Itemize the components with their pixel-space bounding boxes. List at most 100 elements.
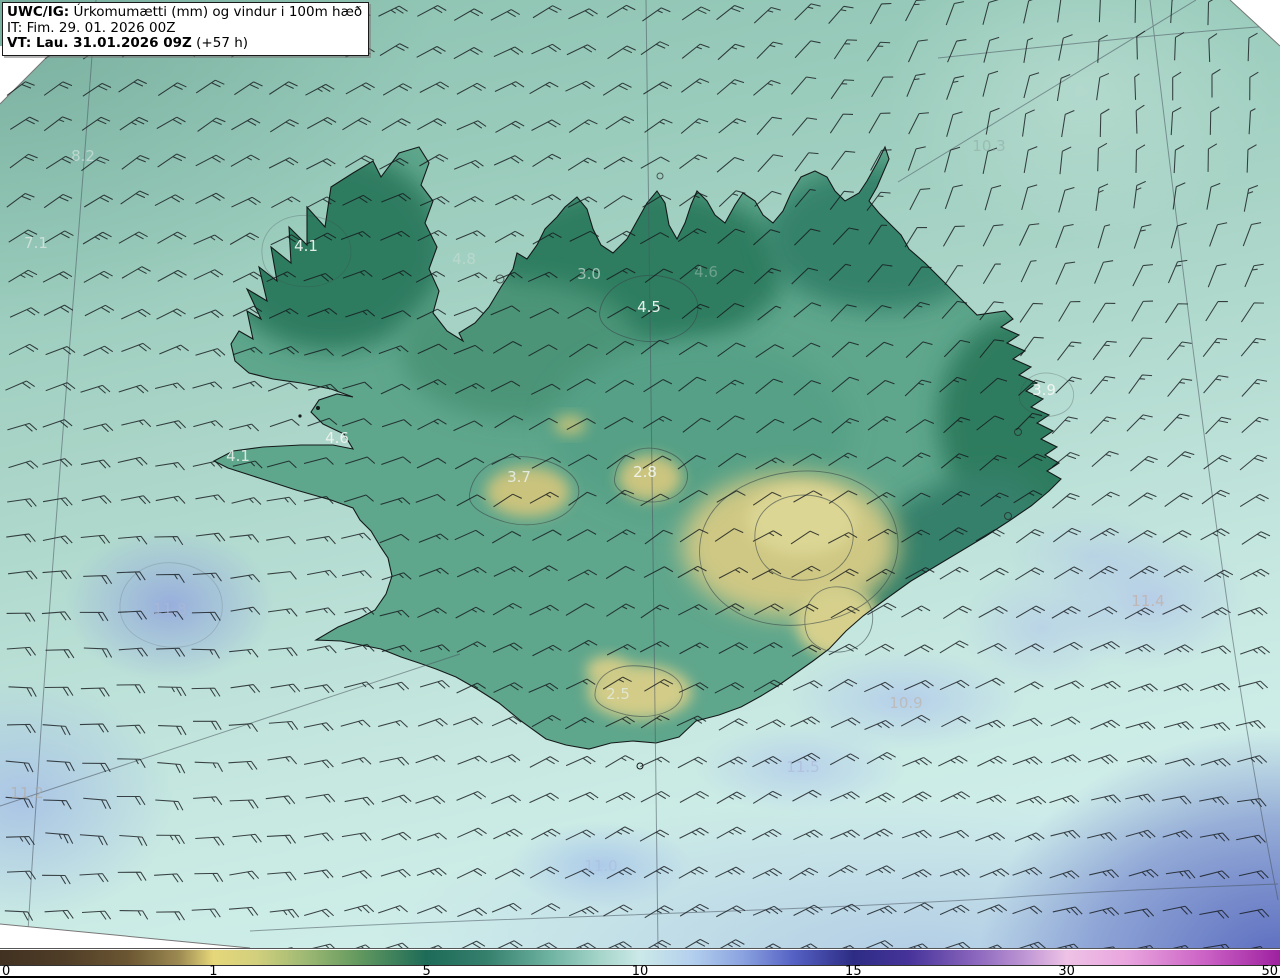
wind-barb <box>83 270 113 283</box>
wind-barb <box>228 760 258 771</box>
wind-barb <box>529 756 559 768</box>
wind-barb <box>192 381 223 389</box>
wind-barb <box>1023 37 1034 63</box>
wind-barb <box>381 118 411 131</box>
wind-barb <box>80 687 110 697</box>
wind-barb <box>982 263 1001 285</box>
wind-barb <box>1236 834 1266 844</box>
wind-barb <box>42 458 73 467</box>
wind-barb <box>1023 72 1040 99</box>
wind-barb <box>270 683 301 693</box>
wind-barb <box>1090 719 1121 730</box>
wind-barb <box>83 575 113 585</box>
wind-barb <box>568 8 598 20</box>
wind-barb <box>79 611 109 622</box>
wind-barb <box>1205 300 1228 322</box>
wind-barb <box>456 120 487 131</box>
wind-barb <box>155 462 185 471</box>
wind-barb <box>156 573 185 584</box>
wind-barb <box>193 720 222 730</box>
wind-barb <box>83 423 114 433</box>
wind-barb <box>304 908 334 918</box>
wind-barb <box>717 43 745 61</box>
wind-barb <box>939 829 970 839</box>
wind-barb <box>1200 758 1231 767</box>
title-text: Úrkomumætti (mm) og vindur i 100m hæð <box>69 4 363 20</box>
wind-barb <box>565 829 596 841</box>
wind-barb <box>229 799 259 809</box>
wind-barb <box>1089 907 1120 916</box>
wind-barb <box>830 79 855 100</box>
wind-barb <box>531 828 561 841</box>
wind-barb <box>1016 795 1047 805</box>
wind-barb <box>1130 455 1158 472</box>
wind-barb <box>83 345 114 357</box>
wind-barb <box>1164 757 1195 767</box>
wind-barb <box>1240 645 1270 655</box>
wind-barb <box>307 569 337 579</box>
wind-barb <box>83 797 112 810</box>
wind-barb <box>753 80 781 96</box>
wind-barb <box>230 154 260 167</box>
wind-barb <box>232 380 263 389</box>
wind-barb <box>83 194 113 208</box>
wind-barb <box>677 756 708 769</box>
wind-barb <box>5 835 35 846</box>
wind-barb <box>417 832 447 841</box>
wind-barb <box>156 911 185 921</box>
wind-barb <box>790 76 817 95</box>
wind-barb <box>195 494 226 503</box>
wind-barb <box>1241 378 1268 397</box>
wind-barb <box>607 45 636 60</box>
wind-barb <box>46 760 75 772</box>
wind-barb <box>230 606 261 615</box>
wind-barb <box>156 420 186 430</box>
wind-barb <box>453 159 484 170</box>
wind-barb <box>1161 795 1192 805</box>
wind-barb <box>379 681 410 691</box>
wind-barb <box>43 799 72 810</box>
wind-barb <box>1134 73 1140 100</box>
wind-barb <box>231 117 261 131</box>
wind-barb <box>905 0 926 22</box>
wind-barb <box>1240 302 1264 323</box>
wind-barb <box>79 834 108 846</box>
wind-barb <box>8 460 39 470</box>
wind-barb <box>1050 829 1081 839</box>
wind-barb <box>493 940 523 948</box>
wind-barb <box>45 832 74 844</box>
wind-barb <box>157 82 187 96</box>
wind-barb <box>1052 906 1083 916</box>
precip-value-label: 4.1 <box>226 447 250 465</box>
wind-barb <box>716 905 746 918</box>
wind-barb <box>565 80 595 92</box>
wind-barb <box>644 118 673 133</box>
wind-barb <box>341 570 372 579</box>
wind-barb <box>863 940 894 948</box>
wind-barb <box>155 495 186 504</box>
wind-barb <box>44 909 74 920</box>
wind-barb <box>456 867 487 879</box>
precip-value-label: 11.5 <box>786 758 819 776</box>
wind-barb <box>266 536 296 545</box>
wind-barb <box>493 46 524 58</box>
wind-barb <box>1128 337 1153 358</box>
wind-barb <box>116 571 146 581</box>
wind-barb <box>268 157 299 169</box>
wind-barb <box>1051 754 1081 764</box>
wind-barb <box>830 717 861 729</box>
wind-barb <box>1162 905 1193 915</box>
wind-barb <box>156 647 186 657</box>
wind-barb <box>940 941 971 948</box>
wind-barb <box>6 533 36 543</box>
wind-barb <box>1173 144 1185 174</box>
wind-barb <box>1012 717 1043 727</box>
wind-barb <box>81 495 112 505</box>
wind-barb <box>344 681 374 690</box>
wind-barb <box>1209 222 1228 247</box>
wind-barb <box>1087 832 1117 841</box>
precip-value-label: 4.6 <box>325 429 349 447</box>
wind-barb <box>1059 146 1072 175</box>
wind-barb <box>267 382 298 392</box>
wind-barb <box>417 717 448 727</box>
